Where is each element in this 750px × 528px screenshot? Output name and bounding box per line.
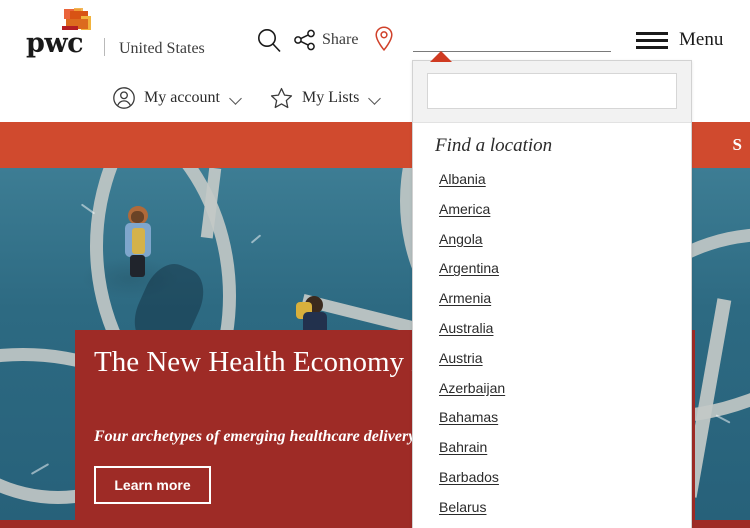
list-item[interactable]: Belarus xyxy=(413,493,691,523)
alert-bar-text: S xyxy=(732,135,742,154)
country-link[interactable]: Armenia xyxy=(439,290,491,306)
country-link[interactable]: Bahamas xyxy=(439,409,498,425)
location-pin-icon xyxy=(375,26,393,52)
list-item[interactable]: Austria xyxy=(413,344,691,374)
list-item[interactable]: Barbados xyxy=(413,463,691,493)
country-link[interactable]: Belarus xyxy=(439,499,486,515)
list-item[interactable]: Bahrain xyxy=(413,433,691,463)
location-button[interactable] xyxy=(372,22,396,58)
find-a-location-heading: Find a location xyxy=(435,135,553,156)
list-item[interactable]: Argentina xyxy=(413,254,691,284)
list-item[interactable]: Angola xyxy=(413,225,691,255)
list-item[interactable]: America xyxy=(413,195,691,225)
country-link[interactable]: Bahrain xyxy=(439,439,487,455)
menu-button[interactable]: Menu xyxy=(636,22,723,58)
location-search-input[interactable] xyxy=(427,73,677,109)
hamburger-menu-icon xyxy=(636,31,668,49)
user-circle-icon xyxy=(113,87,135,109)
country-link[interactable]: America xyxy=(439,201,490,217)
learn-more-button[interactable]: Learn more xyxy=(94,466,211,504)
share-button[interactable]: Share xyxy=(293,22,358,58)
country-link[interactable]: Albania xyxy=(439,171,486,187)
star-icon xyxy=(270,87,293,109)
country-link[interactable]: Barbados xyxy=(439,469,499,485)
location-search-zone xyxy=(413,61,691,123)
my-account-label: My account xyxy=(144,89,220,106)
share-label: Share xyxy=(322,31,359,48)
search-button[interactable] xyxy=(255,22,283,58)
territory-label: United States xyxy=(119,40,205,57)
menu-label: Menu xyxy=(679,29,724,50)
chevron-down-icon xyxy=(369,94,382,102)
list-item[interactable]: Australia xyxy=(413,314,691,344)
pwc-homepage: The New Health Economy in the age of dis… xyxy=(0,0,750,528)
my-account-menu[interactable]: My account xyxy=(112,82,243,114)
dropdown-pointer-arrow xyxy=(430,51,452,62)
my-lists-label: My Lists xyxy=(301,89,360,106)
location-dropdown-panel: Find a location Albania America Angola Arge… xyxy=(412,60,692,528)
country-link[interactable]: Argentina xyxy=(439,260,499,276)
country-link[interactable]: Azerbaijan xyxy=(439,380,505,396)
country-link[interactable]: Australia xyxy=(439,320,493,336)
list-item[interactable]: Albania xyxy=(413,165,691,195)
list-item[interactable]: Armenia xyxy=(413,284,691,314)
pwc-logo[interactable]: pwc xyxy=(26,8,102,64)
header-search-field[interactable] xyxy=(413,22,611,52)
my-lists-menu[interactable]: My Lists xyxy=(269,82,382,114)
pwc-wordmark: pwc xyxy=(26,28,84,59)
search-input[interactable] xyxy=(413,22,609,49)
country-link[interactable]: Austria xyxy=(439,350,483,366)
list-item[interactable]: Bahamas xyxy=(413,403,691,433)
list-item[interactable]: Azerbaijan xyxy=(413,374,691,404)
share-icon xyxy=(294,29,315,51)
header-divider xyxy=(104,38,105,56)
chevron-down-icon xyxy=(230,94,243,102)
country-link[interactable]: Angola xyxy=(439,231,483,247)
country-list: Albania America Angola Argentina Armenia Aust… xyxy=(413,165,691,523)
search-icon xyxy=(258,29,281,53)
